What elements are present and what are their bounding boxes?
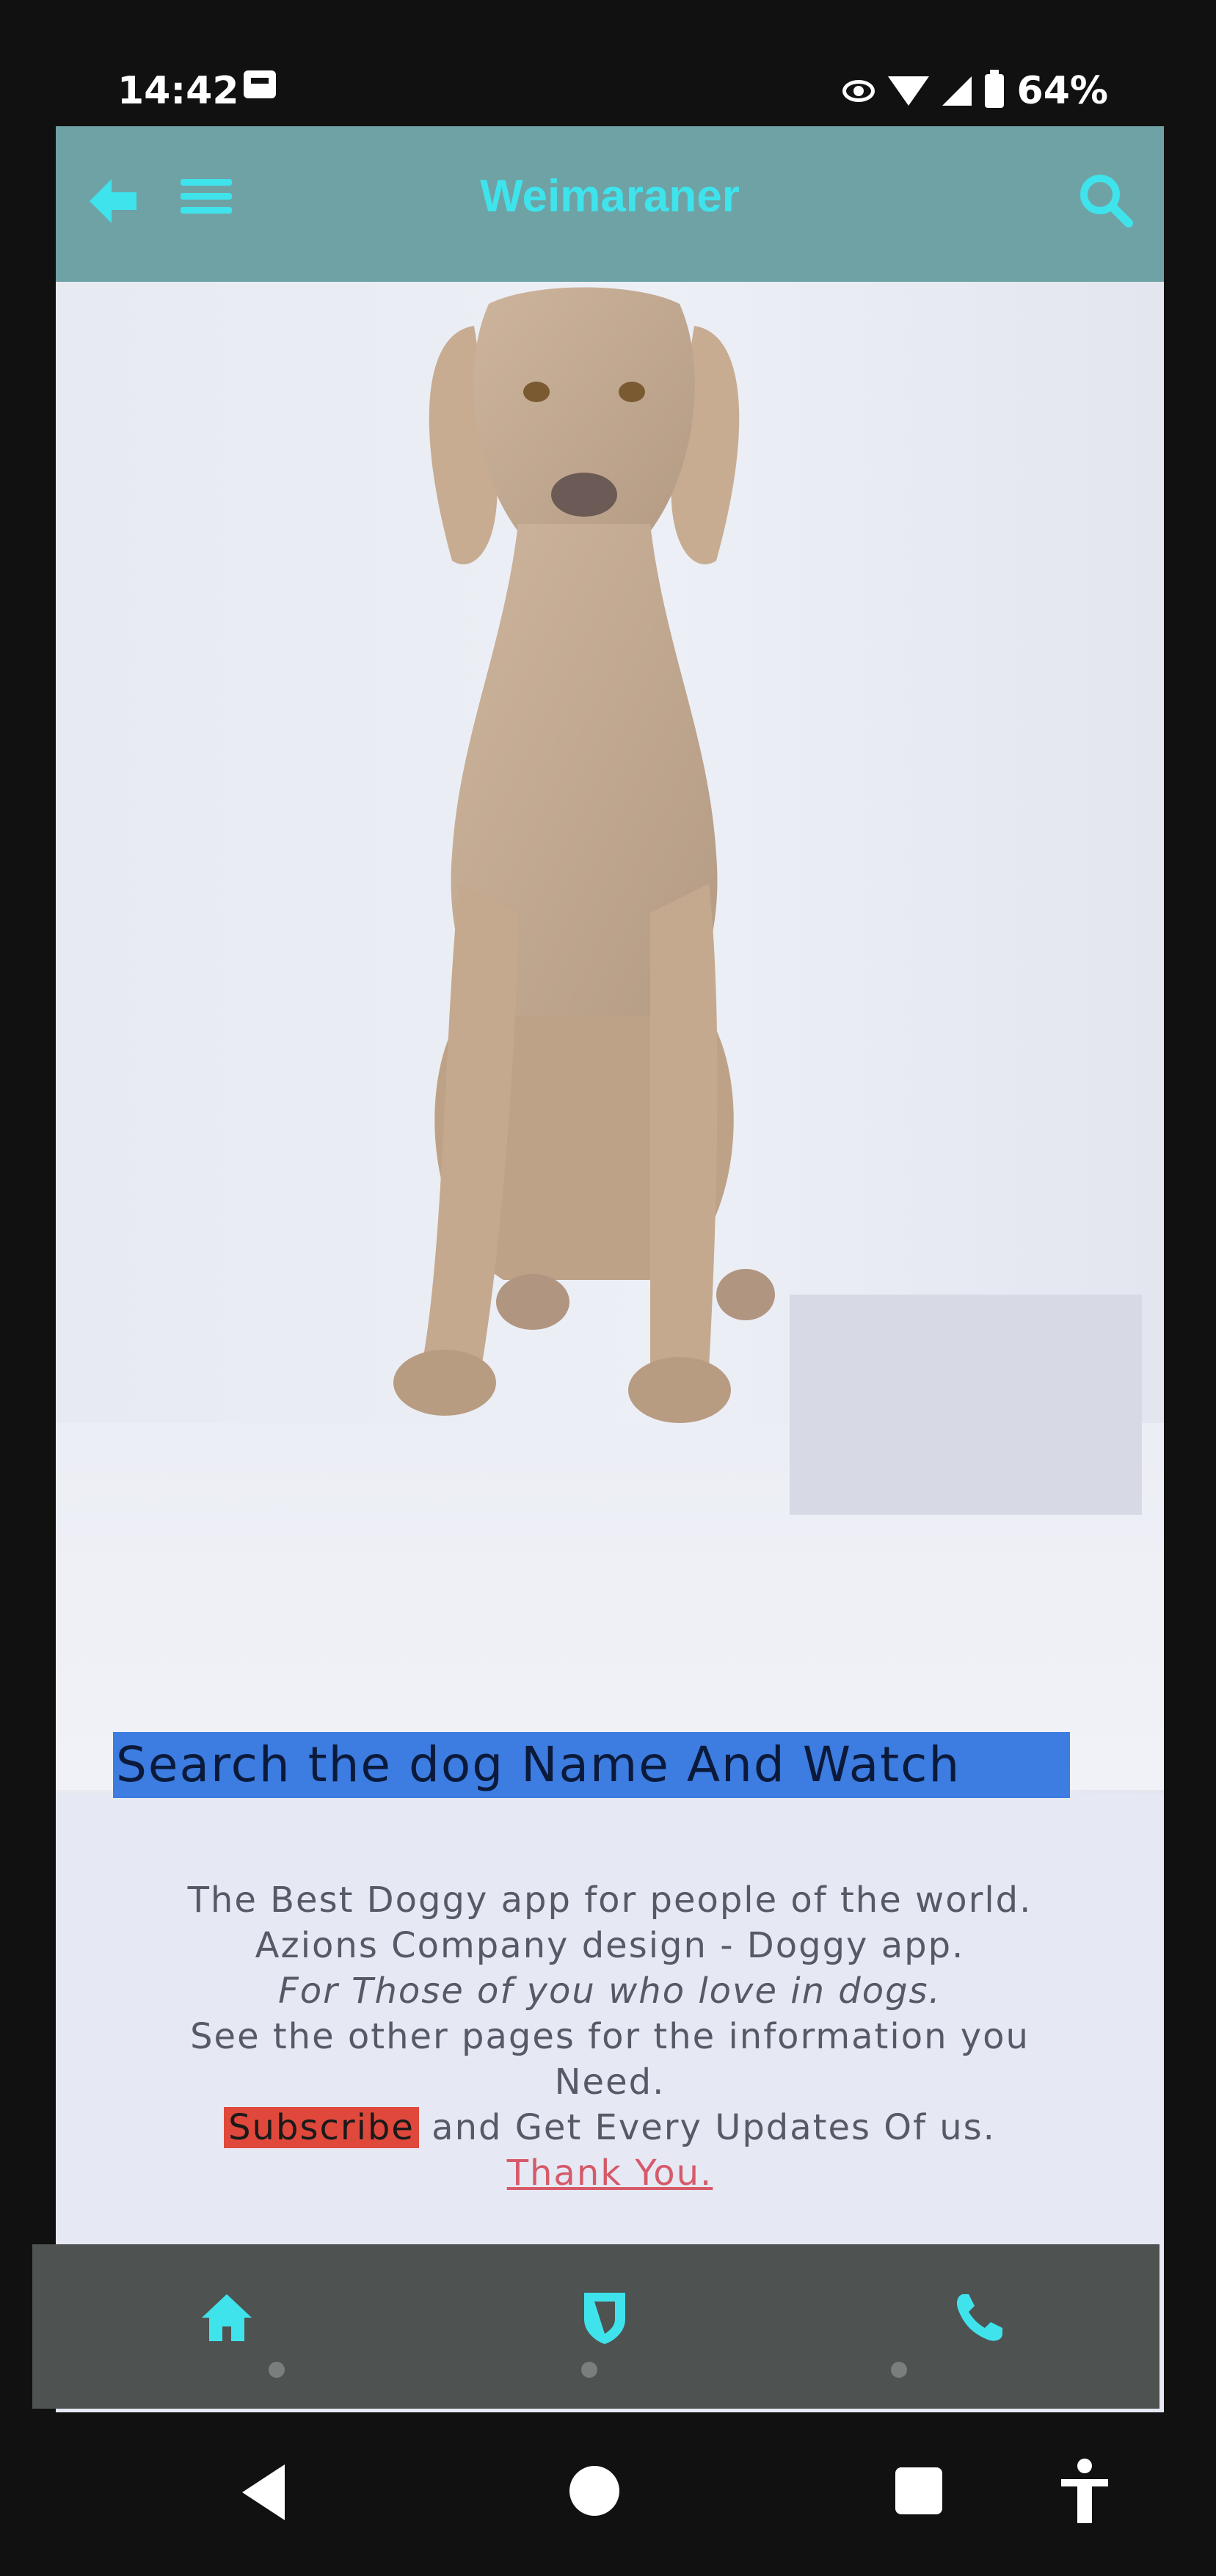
- cellular-icon: [942, 76, 972, 106]
- notification-icon: [244, 70, 276, 98]
- nav-phone-button[interactable]: [950, 2288, 1008, 2347]
- info-line-5: Need.: [554, 2062, 666, 2103]
- selected-search-heading[interactable]: Search the dog Name And Watch: [113, 1732, 1070, 1798]
- search-icon: [1080, 175, 1133, 228]
- shield-icon: [584, 2293, 625, 2344]
- nav-home-button[interactable]: [197, 2288, 256, 2347]
- app-top-bar: Weimaraner: [56, 126, 1164, 282]
- bottom-navigation: [32, 2244, 1159, 2409]
- info-text-block: The Best Doggy app for people of the wor…: [56, 1877, 1164, 2196]
- dog-photo: [56, 282, 1164, 1794]
- eye-icon: [842, 80, 875, 102]
- wifi-icon: [887, 76, 929, 106]
- system-home-button[interactable]: [569, 2466, 619, 2516]
- subscribe-line: Subscribe and Get Every Updates Of us.: [56, 2105, 1164, 2150]
- subscribe-link[interactable]: Subscribe: [224, 2107, 419, 2148]
- app-screen: Weimaraner Search the dog Name And Watch…: [56, 126, 1164, 2412]
- system-back-button[interactable]: [242, 2464, 285, 2520]
- battery-icon: [984, 70, 1004, 108]
- info-line-4: See the other pages for the information …: [190, 2016, 1030, 2057]
- nav-indicator-dot: [269, 2362, 285, 2378]
- phone-icon: [957, 2294, 1002, 2341]
- status-bar: 14:42 64%: [51, 53, 1167, 134]
- weimaraner-dog-image: [393, 287, 775, 1423]
- home-icon: [202, 2294, 252, 2341]
- thank-you-link[interactable]: Thank You.: [507, 2153, 713, 2194]
- accessibility-icon: [1061, 2459, 1108, 2523]
- info-line-1: The Best Doggy app for people of the wor…: [187, 1880, 1033, 1921]
- info-line-3: For Those of you who love in dogs.: [278, 1971, 942, 2012]
- info-line-2: Azions Company design - Doggy app.: [255, 1925, 965, 1966]
- battery-percent: 64%: [1016, 69, 1108, 113]
- system-navigation-bar: [0, 2422, 1216, 2576]
- status-indicators: 64%: [842, 69, 1108, 113]
- nav-indicator-dot: [581, 2362, 597, 2378]
- search-button[interactable]: [1076, 170, 1135, 229]
- system-recents-button[interactable]: [895, 2467, 942, 2514]
- phone-frame: 14:42 64% Weimaraner Search the dog Name…: [0, 0, 1216, 2576]
- page-title: Weimaraner: [480, 171, 740, 222]
- nav-indicator-dot: [891, 2362, 907, 2378]
- nav-shield-button[interactable]: [575, 2288, 634, 2347]
- status-time: 14:42: [117, 69, 239, 113]
- accessibility-button[interactable]: [1055, 2456, 1114, 2529]
- subscribe-text: and Get Every Updates Of us.: [418, 2107, 996, 2148]
